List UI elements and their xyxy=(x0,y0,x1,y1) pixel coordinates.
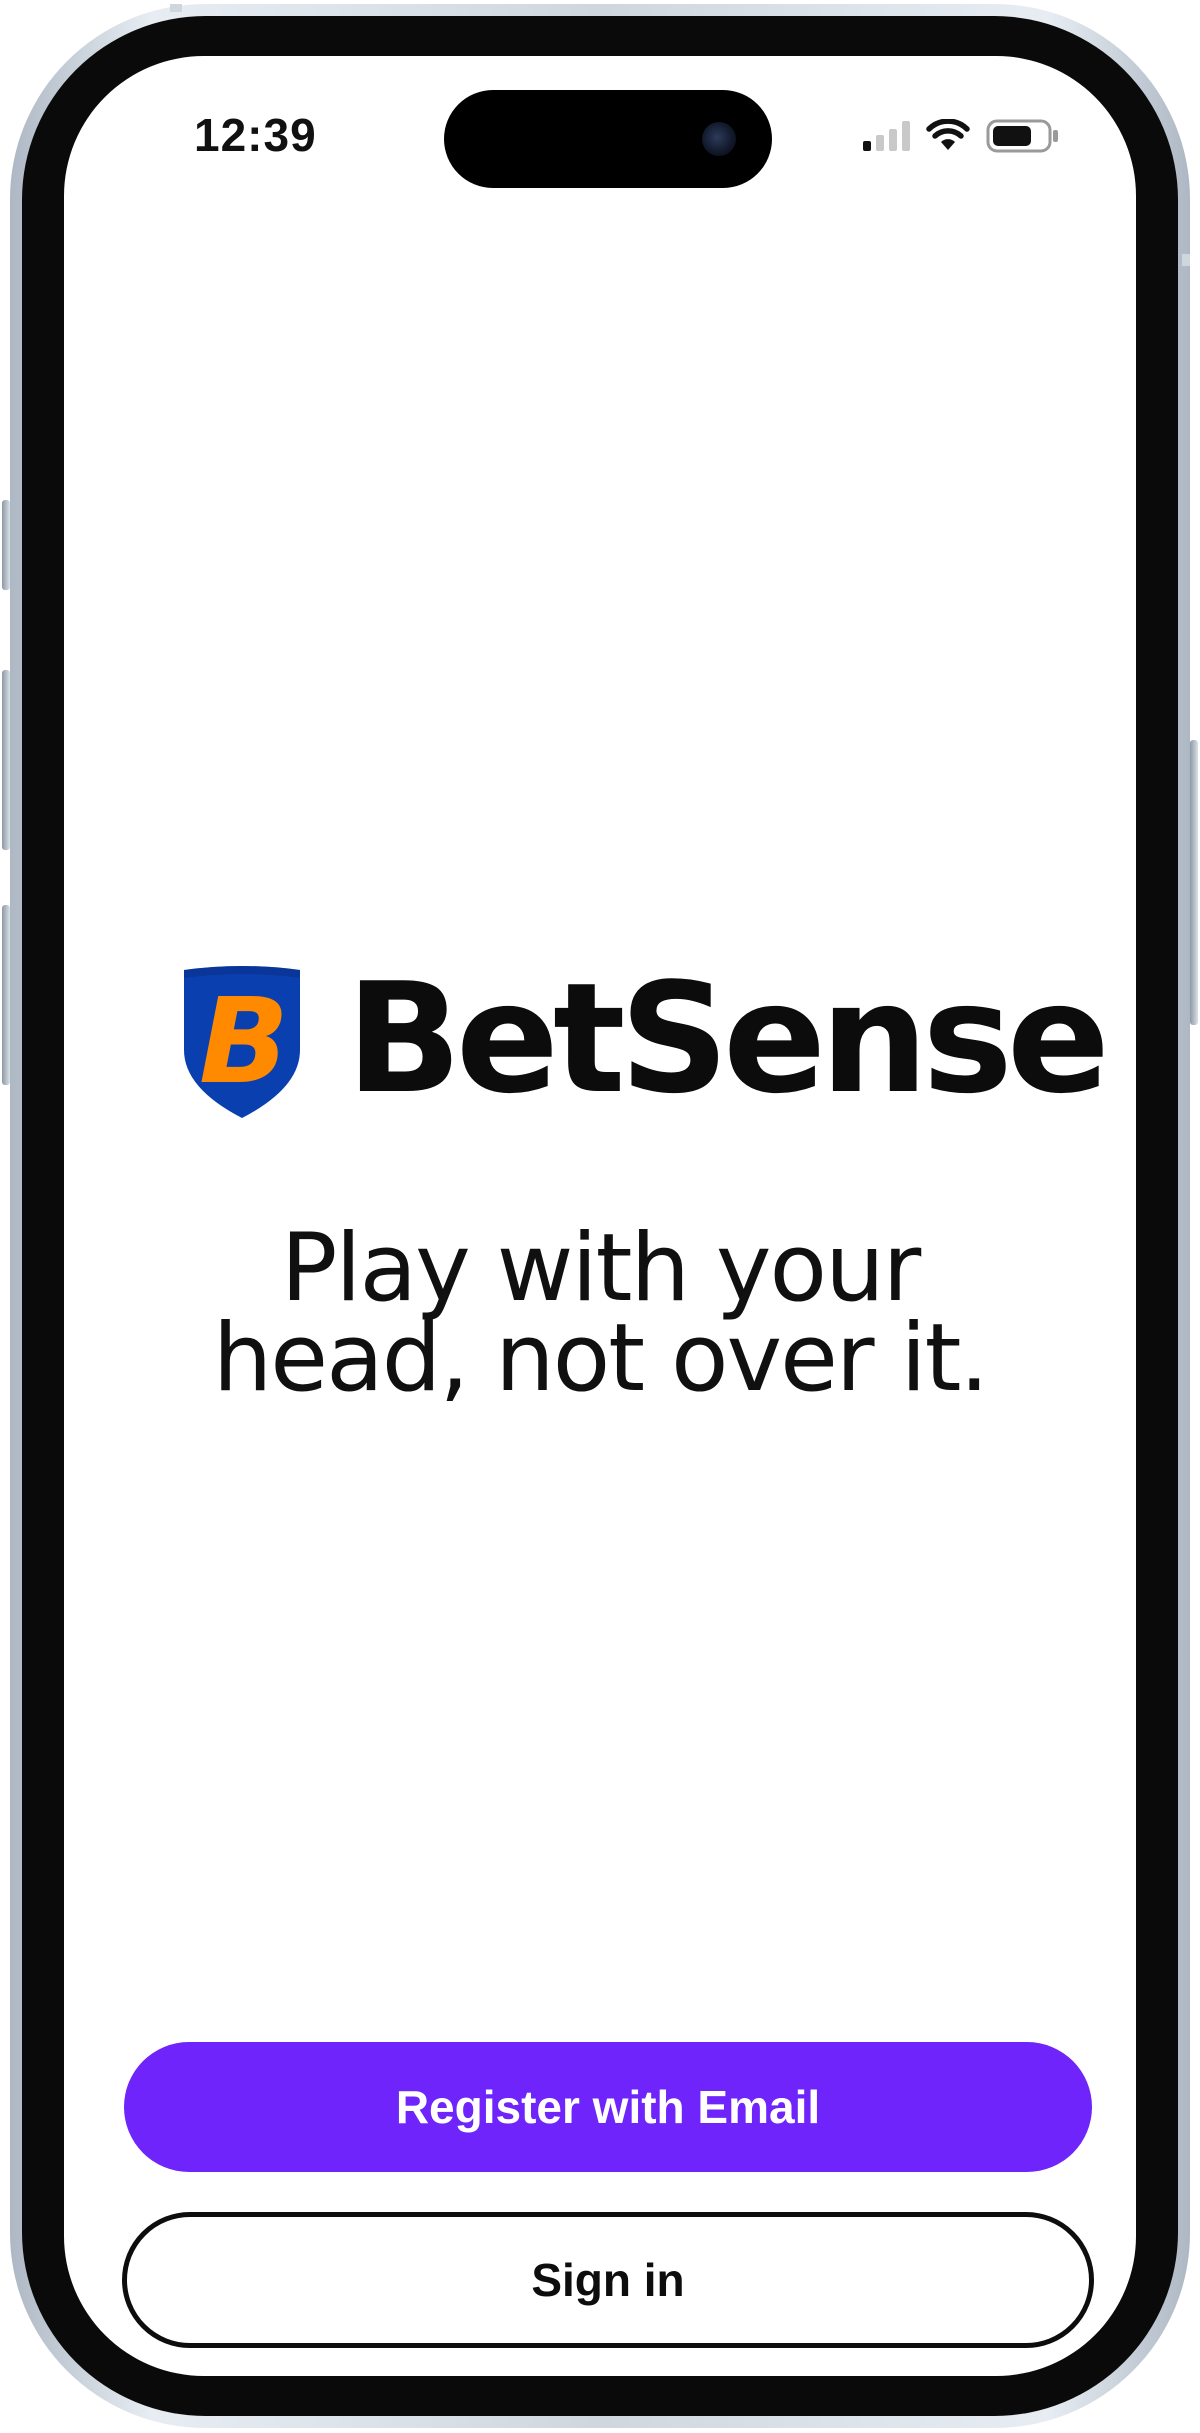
signal-bar xyxy=(902,121,910,151)
action-button xyxy=(2,500,10,590)
phone-frame: 12:39 B BetSense Play with your head, no… xyxy=(10,4,1190,2428)
antenna-line-top xyxy=(170,4,182,12)
cellular-signal-icon xyxy=(863,121,910,151)
sign-in-button[interactable]: Sign in xyxy=(122,2212,1094,2348)
tagline-line-2: head, not over it. xyxy=(212,1304,990,1413)
battery-icon xyxy=(986,119,1058,153)
signal-bar xyxy=(863,141,871,151)
antenna-line-right xyxy=(1182,254,1190,266)
brand-logo: B BetSense xyxy=(180,950,1110,1127)
status-time: 12:39 xyxy=(194,109,317,161)
tagline: Play with your head, not over it. xyxy=(64,1214,1136,1413)
register-with-email-button[interactable]: Register with Email xyxy=(124,2042,1092,2172)
wifi-icon xyxy=(926,119,970,150)
shield-logo-icon: B xyxy=(184,966,300,1118)
volume-down-button xyxy=(2,905,10,1085)
signal-bar xyxy=(889,129,897,151)
power-button xyxy=(1190,740,1198,1025)
volume-up-button xyxy=(2,670,10,850)
signal-bar xyxy=(876,135,884,151)
dynamic-island xyxy=(444,90,772,188)
status-icons xyxy=(863,116,1060,156)
front-camera-icon xyxy=(702,122,736,156)
brand-name: BetSense xyxy=(346,950,1110,1127)
tagline-line-1: Play with your xyxy=(280,1214,922,1323)
logo-letter: B xyxy=(199,972,289,1110)
app-screen: 12:39 B BetSense Play with your head, no… xyxy=(64,56,1136,2376)
